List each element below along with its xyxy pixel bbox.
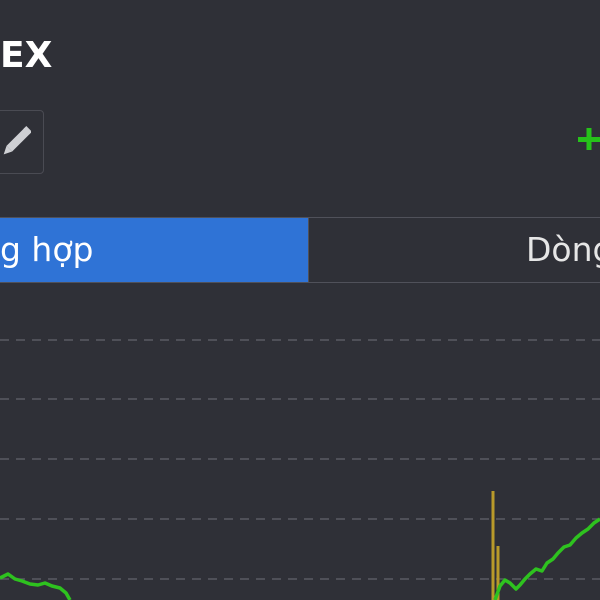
plus-icon — [578, 128, 600, 150]
tab-bar: g hợp Dòng — [0, 217, 600, 283]
tab-overview-label: g hợp — [0, 230, 94, 269]
page-title: EX — [0, 35, 53, 76]
add-button[interactable] — [578, 124, 600, 154]
tab-cashflow-label: Dòng — [526, 230, 600, 269]
chart-gridlines — [0, 339, 600, 580]
app-screen: EX g hợp Dòng — [0, 0, 600, 600]
tab-overview[interactable]: g hợp — [0, 218, 308, 282]
edit-button[interactable] — [0, 110, 44, 174]
price-chart — [0, 339, 600, 600]
price-line-left — [0, 572, 72, 600]
pencil-icon — [3, 126, 31, 155]
tab-cashflow[interactable]: Dòng — [308, 218, 600, 282]
price-line-right — [493, 517, 600, 600]
volume-spike — [491, 491, 500, 600]
